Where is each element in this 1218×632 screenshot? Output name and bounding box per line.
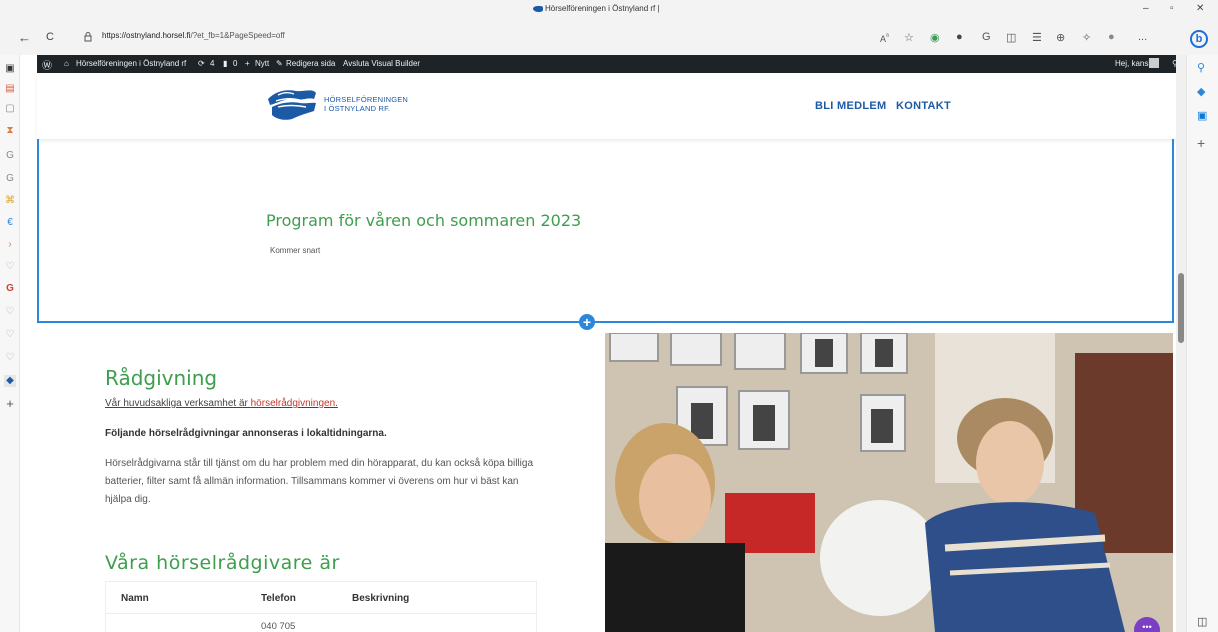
radgivning-heading: Rådgivning bbox=[105, 366, 218, 390]
more-menu-button[interactable]: ... bbox=[1138, 31, 1147, 43]
extension-1-icon[interactable]: ◉ bbox=[930, 31, 940, 44]
wp-admin-bar: Ⓦ ⌂ Hörselföreningen i Östnyland rf ⟳ 4 … bbox=[37, 55, 1186, 73]
admin-avatar[interactable] bbox=[1149, 58, 1159, 68]
radgivning-announcement: Följande hörselrådgivningar annonseras i… bbox=[105, 428, 387, 439]
scrollbar-thumb[interactable] bbox=[1178, 273, 1184, 343]
site-favicon-icon bbox=[533, 6, 543, 12]
edit-page-link[interactable]: Redigera sida bbox=[286, 59, 335, 68]
copilot-icon[interactable]: b bbox=[1190, 30, 1208, 48]
updates-count[interactable]: 4 bbox=[210, 59, 214, 68]
photo-illustration bbox=[605, 333, 1173, 632]
split-screen-icon[interactable]: ◫ bbox=[1006, 31, 1016, 44]
add-section-button[interactable]: + bbox=[579, 314, 595, 330]
address-bar[interactable]: https://ostnyland.horsel.fi/?et_fb=1&Pag… bbox=[76, 27, 986, 47]
vertical-tabs-sidebar: ▣ ▤ ▢ ⧗ G G ⌘ € › ♡ G ♡ ♡ ♡ ◆ + bbox=[0, 55, 20, 632]
radgivning-intro-text: Vår huvudsakliga verksamhet är bbox=[105, 398, 251, 409]
restore-button[interactable]: ▫ bbox=[1170, 3, 1174, 14]
advisors-table: Namn Telefon Beskrivning 040 705 bbox=[105, 581, 537, 632]
edge-sidebar: ⚲ ◆ ▣ + ◫ bbox=[1186, 55, 1218, 632]
tab-8-icon[interactable]: › bbox=[4, 239, 16, 251]
outlook-icon[interactable]: ▣ bbox=[1197, 109, 1207, 122]
tab-1-icon[interactable]: ▤ bbox=[4, 83, 16, 95]
program-title: Program för våren och sommaren 2023 bbox=[266, 211, 582, 230]
tab-13-icon[interactable]: ♡ bbox=[4, 352, 16, 364]
admin-site-name[interactable]: Hörselföreningen i Östnyland rf bbox=[76, 59, 186, 68]
column-header-phone: Telefon bbox=[261, 593, 296, 604]
sidebar-settings-icon[interactable]: ◫ bbox=[1197, 615, 1207, 628]
lock-icon bbox=[84, 32, 92, 42]
url-host: https://ostnyland.horsel.fi bbox=[102, 31, 191, 40]
close-window-button[interactable]: ✕ bbox=[1196, 3, 1204, 14]
web-page: Ⓦ ⌂ Hörselföreningen i Östnyland rf ⟳ 4 … bbox=[20, 55, 1186, 632]
back-button[interactable]: ← bbox=[18, 30, 31, 45]
column-header-description: Beskrivning bbox=[352, 593, 410, 604]
horselradgivning-link[interactable]: hörselrådgivningen. bbox=[251, 398, 338, 409]
extension-2-icon[interactable]: ● bbox=[956, 31, 963, 43]
comments-count[interactable]: 0 bbox=[233, 59, 237, 68]
advisors-heading: Våra hörselrådgivare är bbox=[105, 552, 340, 574]
association-logo-icon[interactable] bbox=[266, 85, 318, 123]
tab-4-icon[interactable]: G bbox=[4, 150, 16, 162]
tab-7-icon[interactable]: € bbox=[4, 217, 16, 229]
shopping-icon[interactable]: ◆ bbox=[1197, 85, 1205, 98]
tab-10-icon[interactable]: G bbox=[4, 283, 16, 295]
program-subtitle: Kommer snart bbox=[270, 246, 321, 255]
site-header: HÖRSELFÖRENINGEN I ÖSTNYLAND RF. BLI MED… bbox=[37, 73, 1186, 139]
read-aloud-icon[interactable]: Aᵃ bbox=[880, 31, 889, 44]
comments-icon[interactable]: ▮ bbox=[223, 59, 227, 68]
add-sidebar-app-icon[interactable]: + bbox=[1197, 135, 1205, 151]
wordpress-logo-icon[interactable]: Ⓦ bbox=[42, 57, 52, 72]
edit-pencil-icon: ✎ bbox=[276, 59, 283, 68]
site-home-icon[interactable]: ⌂ bbox=[64, 59, 69, 68]
tab-6-icon[interactable]: ⌘ bbox=[4, 195, 16, 207]
radgivning-intro: Vår huvudsakliga verksamhet är hörselråd… bbox=[105, 398, 338, 409]
url-path: /?et_fb=1&PageSpeed=off bbox=[190, 31, 285, 40]
radgivning-description: Hörselrådgivarna står till tjänst om du … bbox=[105, 458, 534, 505]
favorite-star-icon[interactable]: ☆ bbox=[904, 31, 914, 44]
minimize-button[interactable]: – bbox=[1143, 3, 1149, 14]
updates-icon[interactable]: ⟳ bbox=[198, 59, 205, 68]
url-text: https://ostnyland.horsel.fi/?et_fb=1&Pag… bbox=[102, 31, 285, 40]
program-section[interactable]: Program för våren och sommaren 2023 Komm… bbox=[37, 139, 1174, 323]
search-icon[interactable]: ⚲ bbox=[1197, 61, 1205, 74]
tab-11-icon[interactable]: ♡ bbox=[4, 306, 16, 318]
tab-5-icon[interactable]: G bbox=[4, 173, 16, 185]
logo-line-1: HÖRSELFÖRENINGEN bbox=[324, 95, 409, 104]
collections-icon[interactable]: ⊕ bbox=[1056, 31, 1065, 44]
logo-text[interactable]: HÖRSELFÖRENINGEN I ÖSTNYLAND RF. bbox=[324, 95, 408, 113]
window-title: Hörselföreningen i Östnyland rf | bbox=[545, 4, 660, 13]
plus-icon: + bbox=[245, 59, 250, 68]
page-scrollbar[interactable] bbox=[1176, 55, 1186, 632]
exit-visual-builder-link[interactable]: Avsluta Visual Builder bbox=[343, 59, 420, 68]
nav-kontakt[interactable]: KONTAKT bbox=[896, 100, 951, 112]
profile-avatar-icon[interactable]: ● bbox=[1108, 31, 1115, 43]
favorites-icon[interactable]: ☰ bbox=[1032, 31, 1042, 44]
new-tab-icon[interactable]: + bbox=[4, 397, 16, 410]
tab-9-icon[interactable]: ♡ bbox=[4, 261, 16, 273]
table-divider bbox=[106, 613, 536, 614]
window-titlebar: Hörselföreningen i Östnyland rf | – ▫ ✕ bbox=[0, 0, 1218, 22]
advisors-photo bbox=[605, 333, 1173, 632]
nav-bli-medlem[interactable]: BLI MEDLEM bbox=[815, 100, 886, 112]
column-header-name: Namn bbox=[121, 593, 149, 604]
tab-2-icon[interactable]: ▢ bbox=[4, 103, 16, 115]
tab-12-icon[interactable]: ♡ bbox=[4, 329, 16, 341]
tab-actions-icon[interactable]: ▣ bbox=[4, 63, 16, 75]
reload-button[interactable]: C bbox=[46, 31, 54, 43]
new-content-link[interactable]: Nytt bbox=[255, 59, 269, 68]
extension-3-icon[interactable]: G bbox=[982, 31, 991, 43]
table-row-phone: 040 705 bbox=[261, 621, 296, 632]
logo-line-2: I ÖSTNYLAND RF. bbox=[324, 104, 391, 113]
admin-greeting[interactable]: Hej, kansli bbox=[1115, 59, 1152, 68]
tab-3-icon[interactable]: ⧗ bbox=[4, 125, 16, 137]
tab-active-icon[interactable]: ◆ bbox=[4, 375, 16, 387]
extensions-icon[interactable]: ✧ bbox=[1082, 31, 1091, 44]
browser-toolbar: ← C https://ostnyland.horsel.fi/?et_fb=1… bbox=[0, 22, 1218, 55]
